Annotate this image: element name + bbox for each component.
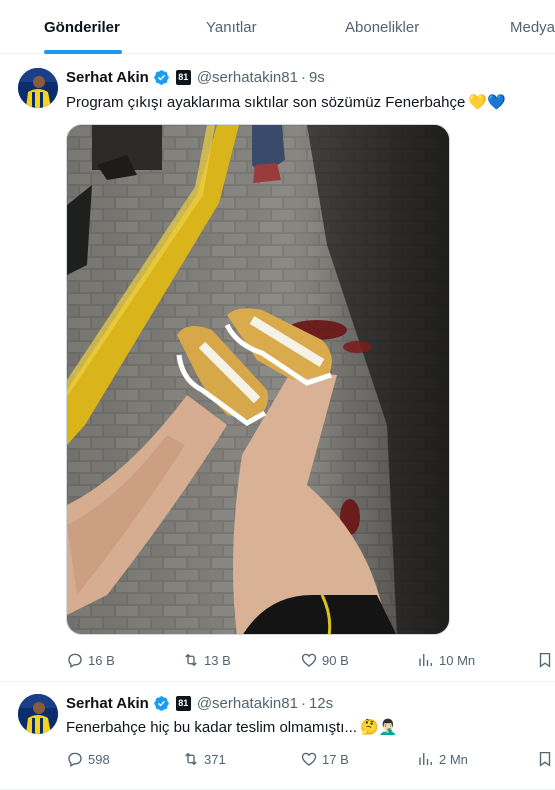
separator-dot: · [300,68,306,86]
bookmark-icon [539,652,551,668]
reply-icon [68,653,82,668]
tweet-actions: 598 371 17 B 2 Mn [66,749,555,769]
tweet-text: Fenerbahçe hiç bu kadar teslim olmamıştı… [66,716,397,738]
author-handle[interactable]: @serhatakin81 [197,695,298,712]
tweet-actions: 16 B 13 B 90 B 10 Mn [66,650,555,670]
like-button[interactable]: 90 B [300,650,349,670]
views-chart-icon [419,753,432,765]
verified-badge-icon [153,69,170,86]
thinking-facepalm-emoji: 🤔🤦🏻‍♂️ [359,719,398,736]
tweet-body: Fenerbahçe hiç bu kadar teslim olmamıştı… [66,718,357,736]
reply-icon [68,752,82,767]
profile-tabs: Gönderiler Yanıtlar Abonelikler Medya [0,0,555,54]
tab-replies[interactable]: Yanıtlar [206,0,257,54]
tweet-body: Program çıkışı ayaklarıma sıktılar son s… [66,93,466,111]
timestamp[interactable]: 9s [309,69,325,86]
author-handle[interactable]: @serhatakin81 [197,69,298,86]
repost-icon [185,752,197,766]
separator-dot: · [300,694,306,712]
affiliate-badge: 81 [175,695,191,711]
repost-count: 371 [204,751,226,767]
reply-button[interactable]: 16 B [66,650,115,670]
views-chart-icon [419,654,432,666]
repost-count: 13 B [204,652,231,668]
bookmark-icon [539,751,551,767]
heart-icon [301,752,317,766]
tweet-text: Program çıkışı ayaklarıma sıktılar son s… [66,91,506,113]
tab-subscriptions[interactable]: Abonelikler [345,0,419,54]
repost-icon [185,653,197,667]
timestamp[interactable]: 12s [309,695,333,712]
tab-posts[interactable]: Gönderiler [44,0,120,54]
reply-count: 16 B [88,652,115,668]
active-tab-indicator [44,50,122,54]
repost-button[interactable]: 13 B [182,650,231,670]
tweet-header: Serhat Akin 81 @serhatakin81 · 9s [66,67,325,87]
view-count: 2 Mn [439,751,468,767]
like-button[interactable]: 17 B [300,749,349,769]
view-count: 10 Mn [439,652,476,668]
author-name[interactable]: Serhat Akin [66,69,149,86]
like-count: 90 B [322,652,349,668]
tweet-header: Serhat Akin 81 @serhatakin81 · 12s [66,693,333,713]
repost-button[interactable]: 371 [182,749,226,769]
avatar[interactable] [18,68,58,108]
reply-count: 598 [88,751,110,767]
reply-button[interactable]: 598 [66,749,110,769]
avatar[interactable] [18,694,58,734]
bookmark-button[interactable] [536,650,555,670]
tweet[interactable]: Serhat Akin 81 @serhatakin81 · 12s Fener… [0,682,555,790]
verified-badge-icon [153,695,170,712]
tweet-media-photo[interactable] [66,124,450,635]
views-button[interactable]: 2 Mn [417,749,468,769]
photo-illustration [67,125,449,634]
author-name[interactable]: Serhat Akin [66,695,149,712]
views-button[interactable]: 10 Mn [417,650,475,670]
tab-media[interactable]: Medya [510,0,555,54]
heart-icon [301,653,317,667]
tweet[interactable]: Serhat Akin 81 @serhatakin81 · 9s Progra… [0,55,555,682]
bookmark-button[interactable] [536,749,555,769]
like-count: 17 B [322,751,349,767]
affiliate-badge: 81 [175,69,191,85]
yellow-heart-blue-heart-emoji: 💛💙 [468,94,506,111]
